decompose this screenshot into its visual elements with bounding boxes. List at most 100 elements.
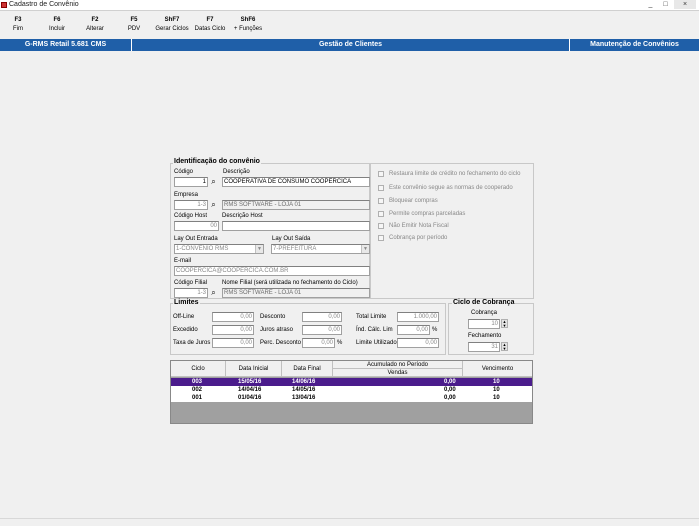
app-version: G-RMS Retail 5.681 CMS <box>0 39 132 51</box>
table-row[interactable]: 003 15/05/16 14/06/16 0,00 10 <box>171 378 532 386</box>
cell-vencimento: 10 <box>493 387 500 393</box>
excedido-label: Excedido <box>173 327 198 333</box>
option-label: Cobrança por período <box>389 235 448 241</box>
option-label: Não Emitir Nota Fiscal <box>389 223 449 229</box>
filial-name-field: RMS SOFTWARE - LOJA 01 <box>222 288 370 298</box>
col-header-data-final[interactable]: Data Final <box>282 361 333 377</box>
cell-vendas: 0,00 <box>444 395 456 401</box>
toolbar-gerar-ciclos-button[interactable]: ShF7 Gerar Ciclos <box>152 16 192 34</box>
taxa-juros-label: Taxa de Juros <box>173 340 211 346</box>
toolbar-key: ShF6 <box>240 17 256 23</box>
status-bar <box>0 518 699 526</box>
empresa-name-field: RMS SOFTWARE - LOJA 01 <box>222 200 370 210</box>
perc-desconto-label: Perc. Desconto <box>260 340 302 346</box>
option-checkbox[interactable] <box>378 223 384 229</box>
cell-data-final: 14/06/16 <box>292 379 316 385</box>
option-label: Este convênio segue as normas de coopera… <box>389 185 513 191</box>
toolbar-alterar-button[interactable]: F2 Alterar <box>82 16 108 34</box>
codigo-label: Código <box>174 169 194 175</box>
option-checkbox[interactable] <box>378 198 384 204</box>
search-binoculars-icon[interactable]: ⌕ <box>209 178 218 186</box>
toolbar-incluir-button[interactable]: F6 Incluir <box>44 16 70 34</box>
col-header-vencimento[interactable]: Vencimento <box>463 361 532 377</box>
toolbar-fim-button[interactable]: F3 Fim <box>6 16 30 34</box>
identificacao-title: Identificação do convênio <box>173 158 261 165</box>
limite-utilizado-input[interactable]: 0,00 <box>397 338 439 348</box>
descricao-input[interactable]: COOPERATIVA DE CONSUMO COOPERCICA <box>222 177 370 187</box>
cell-ciclo: 002 <box>192 387 203 393</box>
ind-calc-input[interactable]: 0,00 <box>397 325 430 335</box>
toolbar-pdv-button[interactable]: F5 PDV <box>122 16 146 34</box>
email-input[interactable]: COOPERCICA@COOPERCICA.COM.BR <box>174 266 370 276</box>
window-titlebar: Cadastro de Convênio _ □ × <box>0 0 699 11</box>
codigo-host-input[interactable]: 00 <box>174 221 219 231</box>
minimize-button[interactable]: _ <box>644 0 657 9</box>
ciclo-cobranca-title: Ciclo de Cobrança <box>452 299 516 306</box>
maximize-button[interactable]: □ <box>659 0 672 9</box>
col-header-ciclo[interactable]: Ciclo <box>171 361 226 377</box>
descricao-host-input[interactable] <box>222 221 370 231</box>
juros-atraso-label: Juros atraso <box>260 327 294 333</box>
desconto-label: Desconto <box>260 314 286 320</box>
layout-entrada-select[interactable]: 1-CONVENIO RMS ▼ <box>174 244 264 254</box>
options-group <box>370 163 534 299</box>
fechamento-spinner[interactable]: ▲ ▼ <box>501 342 508 351</box>
empresa-label: Empresa <box>174 192 199 198</box>
taxa-juros-input[interactable]: 0,00 <box>212 338 254 348</box>
offline-input[interactable]: 0,00 <box>212 312 254 322</box>
option-checkbox[interactable] <box>378 185 384 191</box>
total-limite-input[interactable]: 1.000,00 <box>397 312 439 322</box>
total-limite-label: Total Limite <box>356 314 387 320</box>
cell-ciclo: 003 <box>192 379 203 385</box>
toolbar-datas-ciclo-button[interactable]: F7 Datas Ciclo <box>193 16 227 34</box>
option-checkbox[interactable] <box>378 171 384 177</box>
cell-vencimento: 10 <box>493 395 500 401</box>
cobranca-label: Cobrança <box>471 310 498 316</box>
module-bar: G-RMS Retail 5.681 CMS Gestão de Cliente… <box>0 39 699 51</box>
toolbar-label: + Funções <box>233 26 263 32</box>
offline-label: Off-Line <box>173 314 195 320</box>
function-toolbar: F3 Fim F6 Incluir F2 Alterar F5 PDV ShF7 Gera… <box>0 12 699 39</box>
codigo-filial-label: Código Filial <box>174 280 208 286</box>
cobranca-input[interactable]: 10 <box>468 319 500 329</box>
close-button[interactable]: × <box>674 0 696 9</box>
search-binoculars-icon[interactable]: ⌕ <box>209 289 218 297</box>
option-checkbox[interactable] <box>378 211 384 217</box>
limites-title: Limites <box>173 299 200 306</box>
window-title: Cadastro de Convênio <box>9 1 79 8</box>
cell-data-inicial: 01/04/16 <box>238 395 262 401</box>
option-label: Permite compras parceladas <box>389 211 466 217</box>
toolbar-label: Incluir <box>48 26 65 32</box>
filial-code-input[interactable]: 1-3 <box>174 288 208 298</box>
codigo-input[interactable]: 1 <box>174 177 208 187</box>
limite-utilizado-label: Limite Utilizado <box>356 340 397 346</box>
table-row[interactable]: 001 01/04/16 13/04/16 0,00 10 <box>171 394 532 402</box>
excedido-input[interactable]: 0,00 <box>212 325 254 335</box>
table-row[interactable]: 002 14/04/16 14/05/16 0,00 10 <box>171 386 532 394</box>
search-binoculars-icon[interactable]: ⌕ <box>209 201 218 209</box>
layout-saida-select[interactable]: 7-PREFEITURA ▼ <box>271 244 370 254</box>
codigo-host-label: Código Host <box>174 213 208 219</box>
empresa-code-input[interactable]: 1-3 <box>174 200 208 210</box>
col-header-vendas[interactable]: Vendas <box>333 369 463 377</box>
toolbar-mais-funcoes-button[interactable]: ShF6 + Funções <box>230 16 266 34</box>
desconto-input[interactable]: 0,00 <box>302 312 342 322</box>
email-label: E-mail <box>174 258 192 264</box>
col-header-data-inicial[interactable]: Data Inicial <box>226 361 282 377</box>
ciclos-table: Ciclo Data Inicial Data Final Acumulado … <box>170 360 533 424</box>
option-checkbox[interactable] <box>378 235 384 241</box>
cobranca-spinner[interactable]: ▲ ▼ <box>501 319 508 328</box>
descricao-host-label: Descrição Host <box>222 213 263 219</box>
chevron-down-icon[interactable]: ▼ <box>255 245 263 253</box>
juros-atraso-input[interactable]: 0,00 <box>302 325 342 335</box>
layout-entrada-label: Lay Out Entrada <box>174 236 218 242</box>
cell-vencimento: 10 <box>493 379 500 385</box>
chevron-down-icon[interactable]: ▼ <box>361 245 369 253</box>
perc-desconto-input[interactable]: 0,00 <box>302 338 335 348</box>
toolbar-label: Gerar Ciclos <box>155 26 189 32</box>
fechamento-input[interactable]: 31 <box>468 342 500 352</box>
module-title: Gestão de Clientes <box>132 39 570 51</box>
cell-vendas: 0,00 <box>444 387 456 393</box>
cell-data-final: 13/04/16 <box>292 395 316 401</box>
toolbar-key: ShF7 <box>164 17 180 23</box>
